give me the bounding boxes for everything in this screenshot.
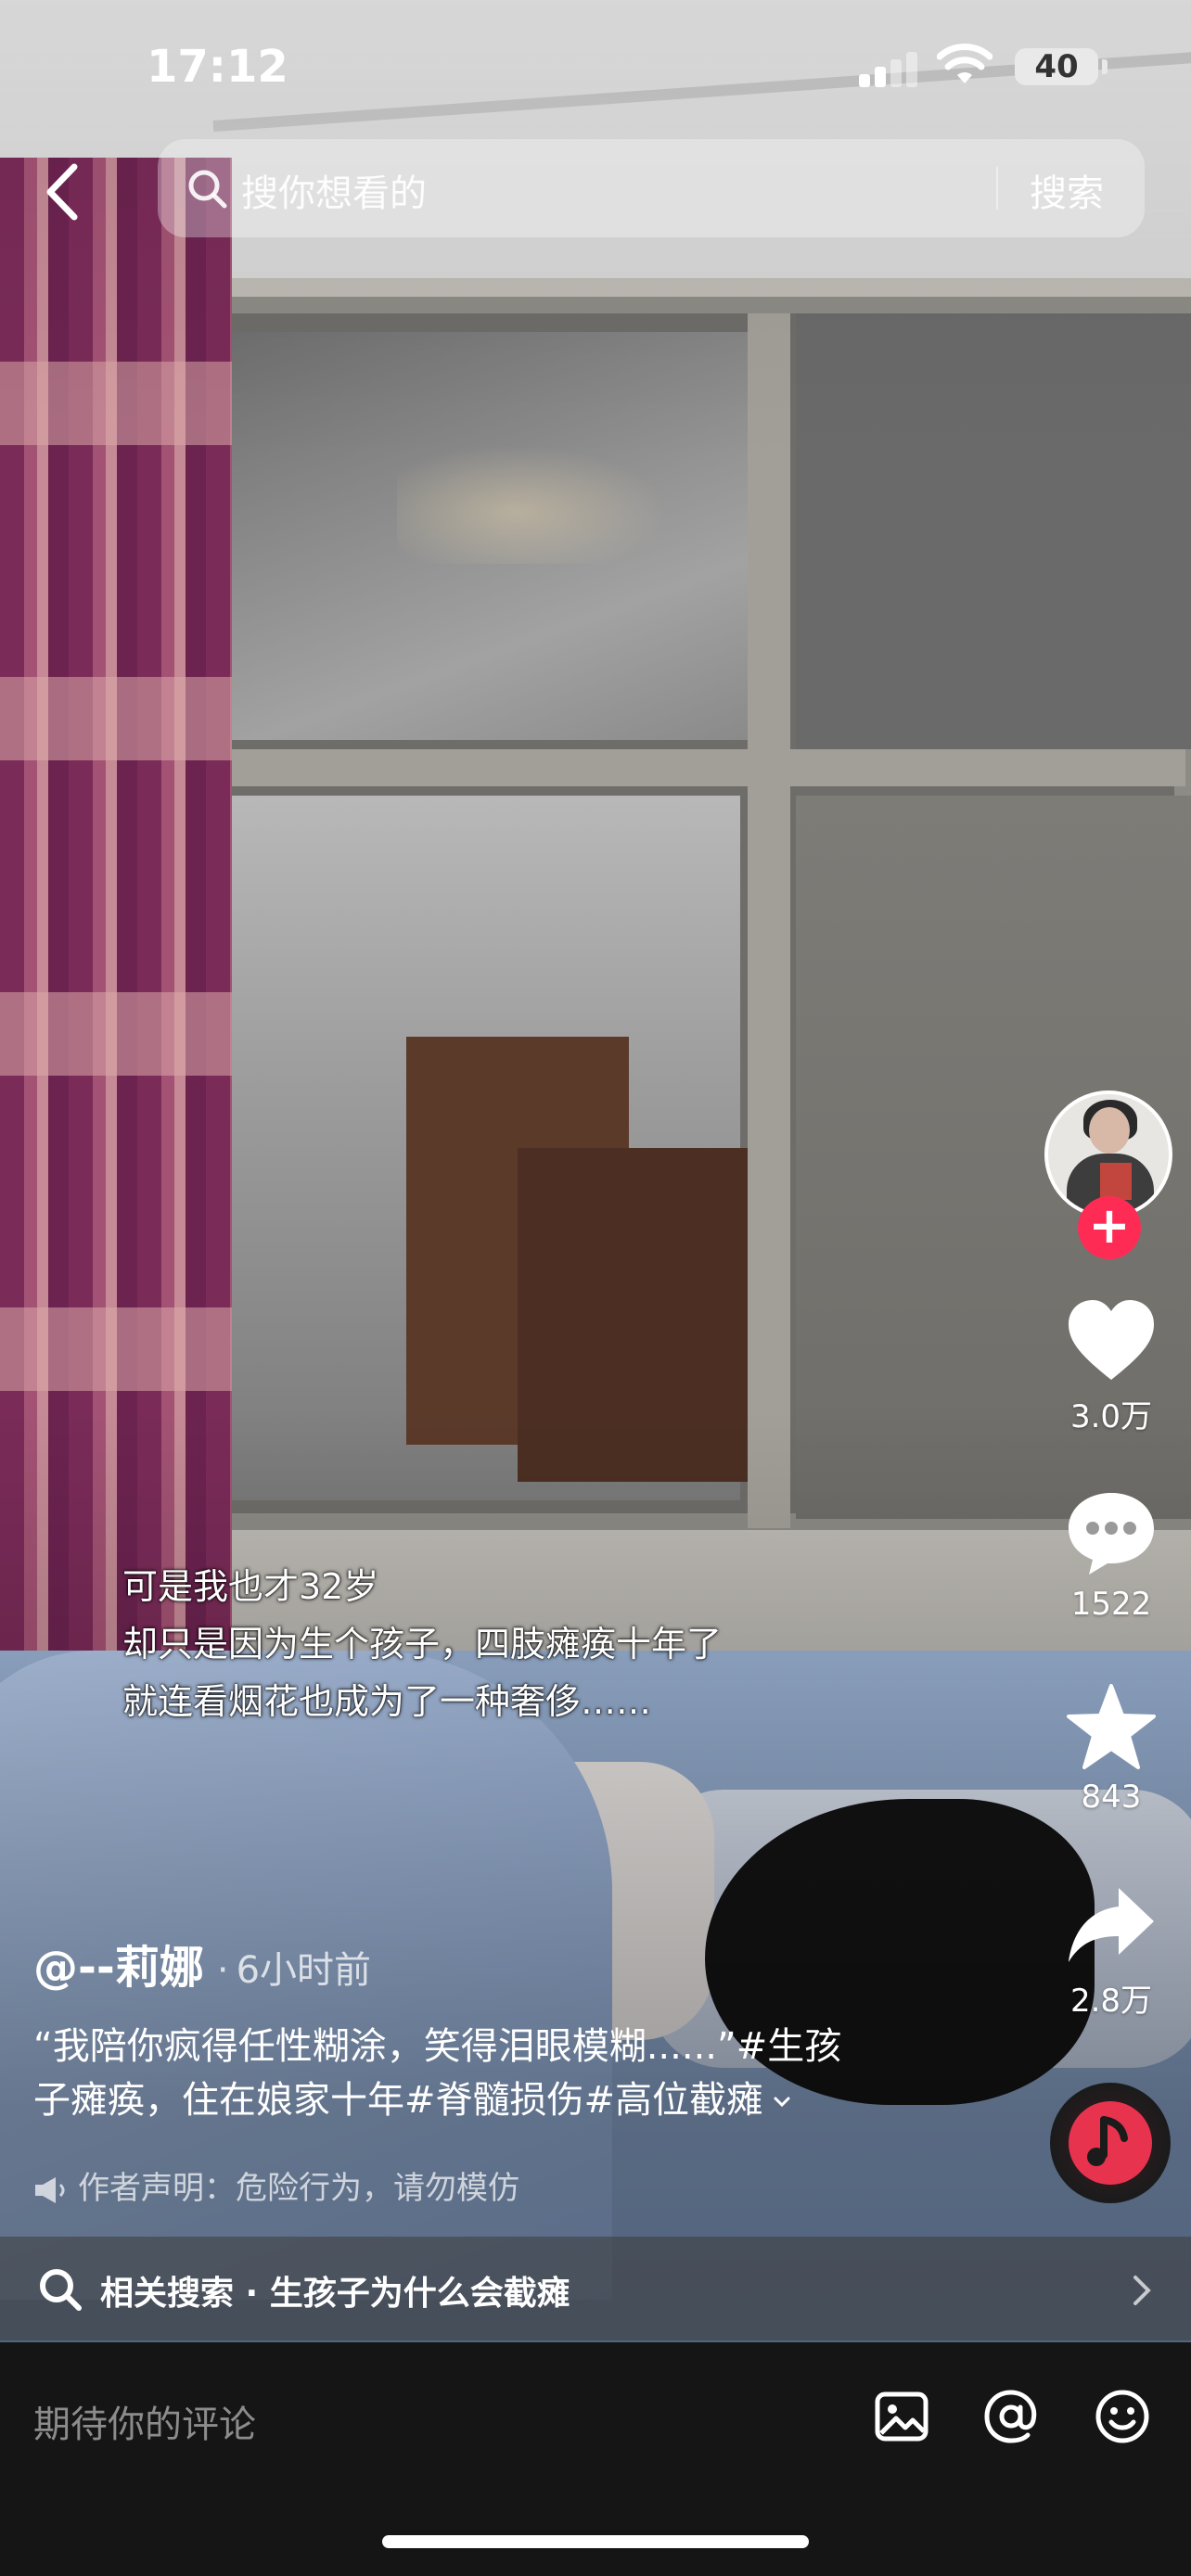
status-time: 17:12 [147, 41, 288, 93]
comment-icon [1069, 1493, 1154, 1575]
search-button[interactable]: 搜索 [1030, 163, 1104, 217]
description-line: “我陪你疯得任性糊涂，笑得泪眼模糊......”#生孩 [33, 2025, 842, 2068]
share-icon [1069, 1888, 1154, 1962]
comment-button[interactable]: 1522 [1046, 1489, 1176, 1623]
subtitle-line: 就连看烟花也成为了一种奢侈…… [122, 1681, 652, 1722]
back-icon[interactable] [37, 159, 93, 224]
share-button[interactable]: 2.8万 [1046, 1882, 1176, 2021]
comment-count: 1522 [1070, 1586, 1152, 1623]
emoji-icon[interactable] [1093, 2387, 1152, 2446]
post-time: 6小时前 [236, 1949, 372, 1992]
subtitle-line: 可是我也才32岁 [122, 1566, 379, 1607]
author-name[interactable]: @--莉娜 [33, 1942, 204, 1994]
follow-button[interactable]: + [1078, 1196, 1141, 1259]
cellular-signal-icon [859, 52, 918, 87]
image-icon[interactable] [872, 2387, 931, 2446]
favorite-count: 843 [1081, 1779, 1142, 1816]
music-disc[interactable] [1050, 2083, 1171, 2203]
post-description[interactable]: “我陪你疯得任性糊涂，笑得泪眼模糊......”#生孩 子瘫痪，住在娘家十年#脊… [33, 2020, 924, 2127]
megaphone-icon [35, 2176, 65, 2203]
wifi-icon [937, 44, 992, 83]
like-button[interactable]: 3.0万 [1046, 1298, 1176, 1436]
home-indicator[interactable] [382, 2535, 809, 2548]
battery-tip [1102, 59, 1108, 74]
description-line: 子瘫痪，住在娘家十年#脊髓损伤#高位截瘫 [33, 2073, 924, 2127]
music-note-icon [1087, 2116, 1128, 2166]
search-divider [996, 167, 998, 210]
share-count: 2.8万 [1069, 1983, 1153, 2020]
related-search[interactable]: 相关搜索 · 生孩子为什么会截瘫 [0, 2237, 1191, 2340]
author-row: @--莉娜 · 6小时前 [33, 1931, 371, 1996]
search-icon [40, 2269, 82, 2311]
video-subtitles: 可是我也才32岁 却只是因为生个孩子，四肢瘫痪十年了 就连看烟花也成为了一种奢侈… [122, 1558, 722, 1730]
battery-indicator: 40 [1015, 48, 1098, 85]
separator-dot: · [216, 1949, 229, 1992]
author-statement: 作者声明：危险行为，请勿模仿 [33, 2162, 519, 2208]
subtitle-line: 却只是因为生个孩子，四肢瘫痪十年了 [122, 1624, 723, 1664]
favorite-button[interactable]: 843 [1046, 1682, 1176, 1816]
star-icon [1067, 1684, 1156, 1769]
comment-input[interactable]: 期待你的评论 [33, 2394, 256, 2448]
expand-chevron-icon[interactable] [773, 2093, 791, 2111]
chevron-right-icon [1133, 2276, 1151, 2305]
related-search-label: 相关搜索 · 生孩子为什么会截瘫 [100, 2275, 570, 2313]
search-bar[interactable]: 搜你想看的 搜索 [158, 139, 1145, 237]
search-icon [188, 170, 227, 209]
mention-icon[interactable] [981, 2387, 1041, 2446]
like-count: 3.0万 [1069, 1398, 1153, 1435]
search-input[interactable]: 搜你想看的 [241, 163, 427, 217]
heart-icon [1069, 1300, 1154, 1380]
status-bar: 17:12 40 [0, 0, 1191, 139]
